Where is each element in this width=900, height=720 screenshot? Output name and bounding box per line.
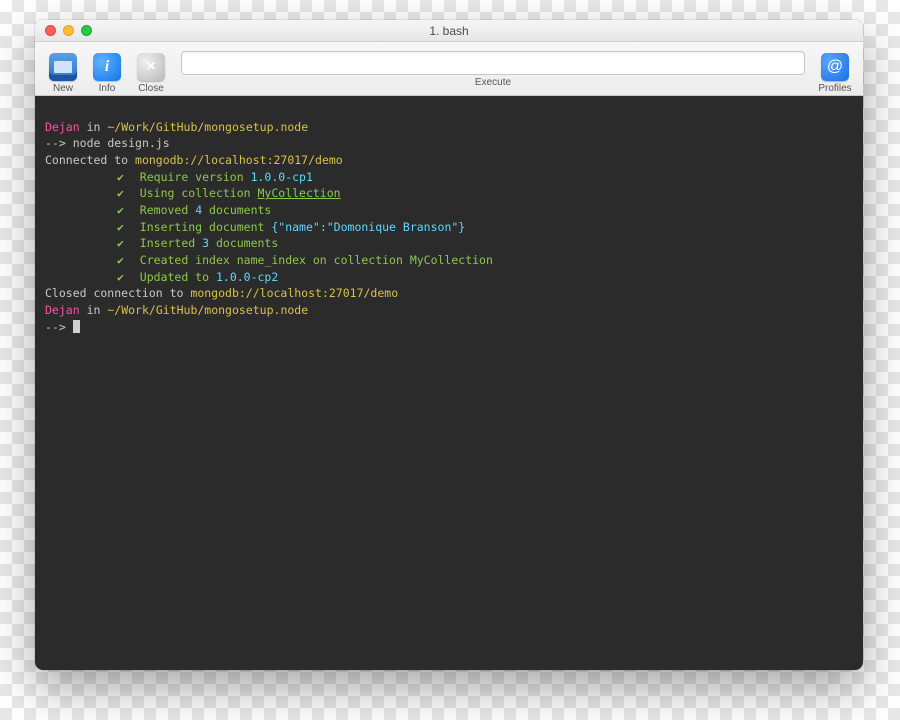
minimize-window-button[interactable] [63,25,74,36]
prompt-user: Dejan [45,303,80,317]
prompt-arrow: --> [45,136,66,150]
line-removed: Removed [140,203,195,217]
closed-url: mongodb://localhost:27017/demo [190,286,398,300]
prompt-arrow: --> [45,320,66,334]
zoom-window-button[interactable] [81,25,92,36]
new-button[interactable]: New [43,46,83,94]
execute-label: Execute [181,77,805,88]
check-icon: ✔ [117,253,124,267]
command-line: node design.js [73,136,170,150]
close-button[interactable]: × Close [131,46,171,94]
check-icon: ✔ [117,170,124,184]
line-updated: Updated to [140,270,216,284]
info-button-label: Info [99,83,116,94]
version-1: 1.0.0-cp1 [251,170,313,184]
window-title: 1. bash [35,24,863,38]
connected-label: Connected to [45,153,135,167]
titlebar: 1. bash [35,20,863,42]
traffic-lights [45,25,92,36]
prompt-in: in [87,120,101,134]
collection-name: MyCollection [258,186,341,200]
line-require: Require version [140,170,251,184]
line-using: Using collection [140,186,258,200]
terminal-output[interactable]: Dejan in ~/Work/GitHub/mongosetup.node -… [35,96,863,670]
terminal-window: 1. bash New i Info × Close Execute @ Pro… [35,20,863,670]
prompt-path: ~/Work/GitHub/mongosetup.node [107,303,308,317]
line-index: Created index name_index on collection M… [140,253,493,267]
execute-input[interactable] [181,51,805,75]
profiles-button-label: Profiles [818,83,851,94]
info-icon: i [93,53,121,81]
profiles-icon: @ [821,53,849,81]
check-icon: ✔ [117,236,124,250]
close-icon: × [137,53,165,81]
insert-json: {"name":"Domonique Branson"} [271,220,465,234]
version-2: 1.0.0-cp2 [216,270,278,284]
closed-label: Closed connection to [45,286,190,300]
prompt-user: Dejan [45,120,80,134]
cursor [73,320,80,333]
prompt-path: ~/Work/GitHub/mongosetup.node [107,120,308,134]
prompt-in: in [87,303,101,317]
inserted-count: 3 [202,236,209,250]
line-inserting: Inserting document [140,220,272,234]
new-button-label: New [53,83,73,94]
close-window-button[interactable] [45,25,56,36]
check-icon: ✔ [117,270,124,284]
profiles-button[interactable]: @ Profiles [815,46,855,94]
execute-group: Execute [175,51,811,88]
check-icon: ✔ [117,203,124,217]
connected-url: mongodb://localhost:27017/demo [135,153,343,167]
check-icon: ✔ [117,186,124,200]
toolbar: New i Info × Close Execute @ Profiles [35,42,863,96]
line-inserted: Inserted [140,236,202,250]
check-icon: ✔ [117,220,124,234]
new-terminal-icon [49,53,77,81]
info-button[interactable]: i Info [87,46,127,94]
close-button-label: Close [138,83,164,94]
